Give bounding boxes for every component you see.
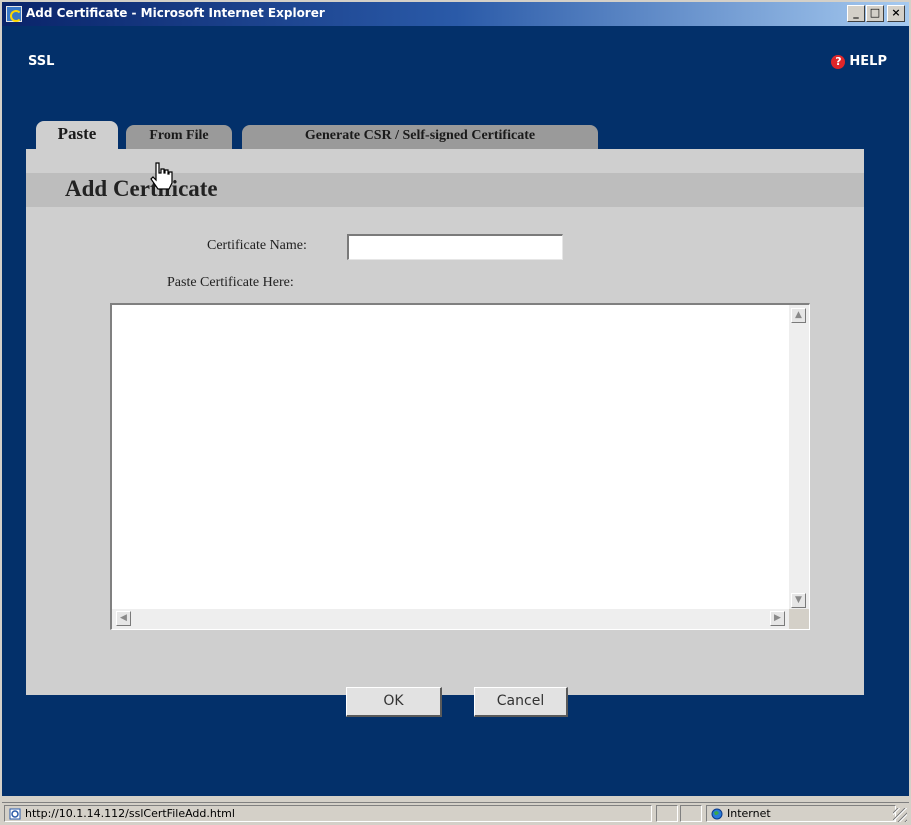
close-button[interactable]: × bbox=[887, 5, 905, 22]
status-panel-2 bbox=[680, 805, 702, 822]
vertical-scrollbar[interactable]: ▲ ▼ bbox=[789, 305, 809, 611]
status-zone: Internet bbox=[706, 805, 896, 822]
scroll-down-arrow-icon[interactable]: ▼ bbox=[791, 593, 806, 608]
status-url-text: http://10.1.14.112/sslCertFileAdd.html bbox=[25, 807, 235, 820]
scroll-left-arrow-icon[interactable]: ◀ bbox=[116, 611, 131, 626]
page-content: SSL ? HELP Paste From File Generate CSR … bbox=[2, 26, 909, 796]
window-title: Add Certificate - Microsoft Internet Exp… bbox=[26, 6, 325, 20]
help-label: HELP bbox=[849, 54, 887, 69]
horizontal-scrollbar[interactable]: ◀ ▶ bbox=[112, 609, 790, 629]
minimize-button[interactable]: _ bbox=[847, 5, 865, 22]
certificate-name-input[interactable] bbox=[347, 234, 563, 260]
tab-from-file[interactable]: From File bbox=[126, 125, 232, 149]
scroll-right-arrow-icon[interactable]: ▶ bbox=[770, 611, 785, 626]
status-bar: http://10.1.14.112/sslCertFileAdd.html I… bbox=[2, 802, 909, 824]
globe-icon bbox=[711, 808, 723, 820]
browser-window: Add Certificate - Microsoft Internet Exp… bbox=[0, 0, 911, 825]
tab-generate-csr[interactable]: Generate CSR / Self-signed Certificate bbox=[242, 125, 598, 149]
app-title: SSL bbox=[28, 54, 55, 69]
certificate-textarea-frame: ▲ ▼ ◀ ▶ bbox=[110, 303, 810, 630]
status-panel-1 bbox=[656, 805, 678, 822]
maximize-button[interactable]: □ bbox=[866, 5, 884, 22]
title-bar[interactable]: Add Certificate - Microsoft Internet Exp… bbox=[2, 2, 909, 26]
certificate-textarea[interactable] bbox=[112, 305, 790, 611]
ok-button[interactable]: OK bbox=[346, 687, 442, 717]
scroll-up-arrow-icon[interactable]: ▲ bbox=[791, 308, 806, 323]
status-zone-text: Internet bbox=[727, 807, 771, 820]
hand-pointer-cursor-icon bbox=[150, 162, 173, 190]
tab-paste[interactable]: Paste bbox=[36, 121, 118, 151]
page-icon bbox=[9, 808, 21, 820]
question-circle-icon: ? bbox=[831, 54, 846, 69]
resize-grip-icon[interactable] bbox=[893, 808, 907, 822]
certificate-name-label: Certificate Name: bbox=[207, 238, 307, 253]
add-certificate-panel: Add Certificate Certificate Name: Paste … bbox=[26, 149, 864, 717]
paste-certificate-label: Paste Certificate Here: bbox=[167, 275, 294, 290]
ie-icon bbox=[6, 6, 22, 22]
cancel-button[interactable]: Cancel bbox=[474, 687, 568, 717]
panel-title: Add Certificate bbox=[65, 176, 218, 201]
help-link[interactable]: ? HELP bbox=[831, 54, 887, 69]
scrollbar-corner bbox=[789, 609, 809, 629]
status-url: http://10.1.14.112/sslCertFileAdd.html bbox=[4, 805, 652, 822]
